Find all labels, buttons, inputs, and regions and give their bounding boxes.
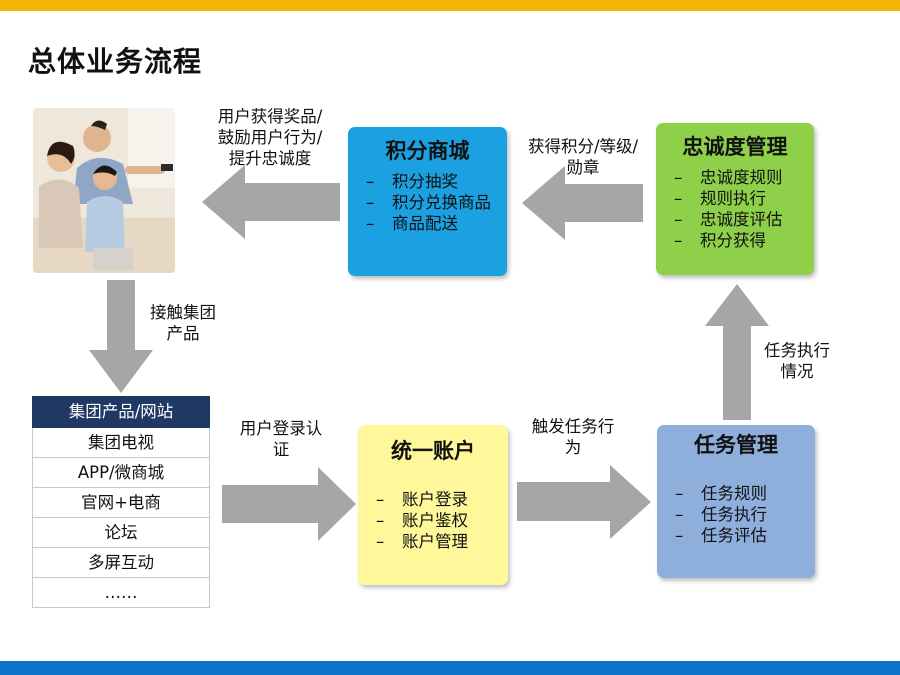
list-item: – 账户管理 (376, 532, 468, 551)
list-item: APP/微商城 (32, 458, 210, 488)
arrow-to-family (202, 165, 340, 239)
loyalty-management-box: 忠诚度管理 – 忠诚度规则 – 规则执行 – 忠诚度评估 – 积分获得 (656, 123, 814, 275)
points-mall-box: 积分商城 – 积分抽奖 – 积分兑换商品 – 商品配送 (348, 127, 507, 276)
task-execution-label: 任务执行 情况 (764, 341, 830, 381)
list-item: 官网+电商 (32, 488, 210, 518)
contact-products-label: 接触集团 产品 (150, 303, 216, 343)
earn-points-label: 获得积分/等级/勋章 (527, 137, 639, 177)
reward-label: 用户获得奖品/鼓励用户行为/提升忠诚度 (217, 107, 323, 168)
unified-account-title: 统一账户 (391, 439, 475, 463)
list-item: – 忠诚度规则 (674, 168, 783, 187)
list-item: – 任务评估 (675, 526, 767, 545)
list-item: 多屏互动 (32, 548, 210, 578)
bottom-accent-bar (0, 661, 900, 675)
list-item: – 积分获得 (674, 231, 766, 250)
list-item: 论坛 (32, 518, 210, 548)
unified-account-box: 统一账户 – 账户登录 – 账户鉴权 – 账户管理 (358, 425, 508, 585)
list-item: – 积分抽奖 (366, 172, 458, 191)
list-item: – 账户登录 (376, 490, 468, 509)
task-management-title: 任务管理 (694, 433, 778, 457)
task-management-box: 任务管理 – 任务规则 – 任务执行 – 任务评估 (657, 425, 815, 578)
loyalty-management-title: 忠诚度管理 (682, 135, 788, 159)
list-item: – 忠诚度评估 (674, 210, 783, 229)
list-item: – 账户鉴权 (376, 511, 468, 530)
group-products-header: 集团产品/网站 (32, 396, 210, 428)
trigger-task-label: 触发任务行为 (531, 417, 615, 457)
list-item: – 规则执行 (674, 189, 766, 208)
list-item: – 任务执行 (675, 505, 767, 524)
arrow-to-account (222, 467, 356, 541)
family-photo (33, 108, 175, 273)
list-item: 集团电视 (32, 428, 210, 458)
login-auth-label: 用户登录认证 (239, 419, 323, 459)
group-products-list: 集团产品/网站 集团电视 APP/微商城 官网+电商 论坛 多屏互动 …… (32, 396, 210, 608)
list-item: – 任务规则 (675, 484, 767, 503)
list-item: – 积分兑换商品 (366, 193, 491, 212)
list-item: …… (32, 578, 210, 608)
arrow-to-task (517, 465, 651, 539)
points-mall-title: 积分商城 (385, 139, 470, 163)
list-item: – 商品配送 (366, 214, 458, 233)
